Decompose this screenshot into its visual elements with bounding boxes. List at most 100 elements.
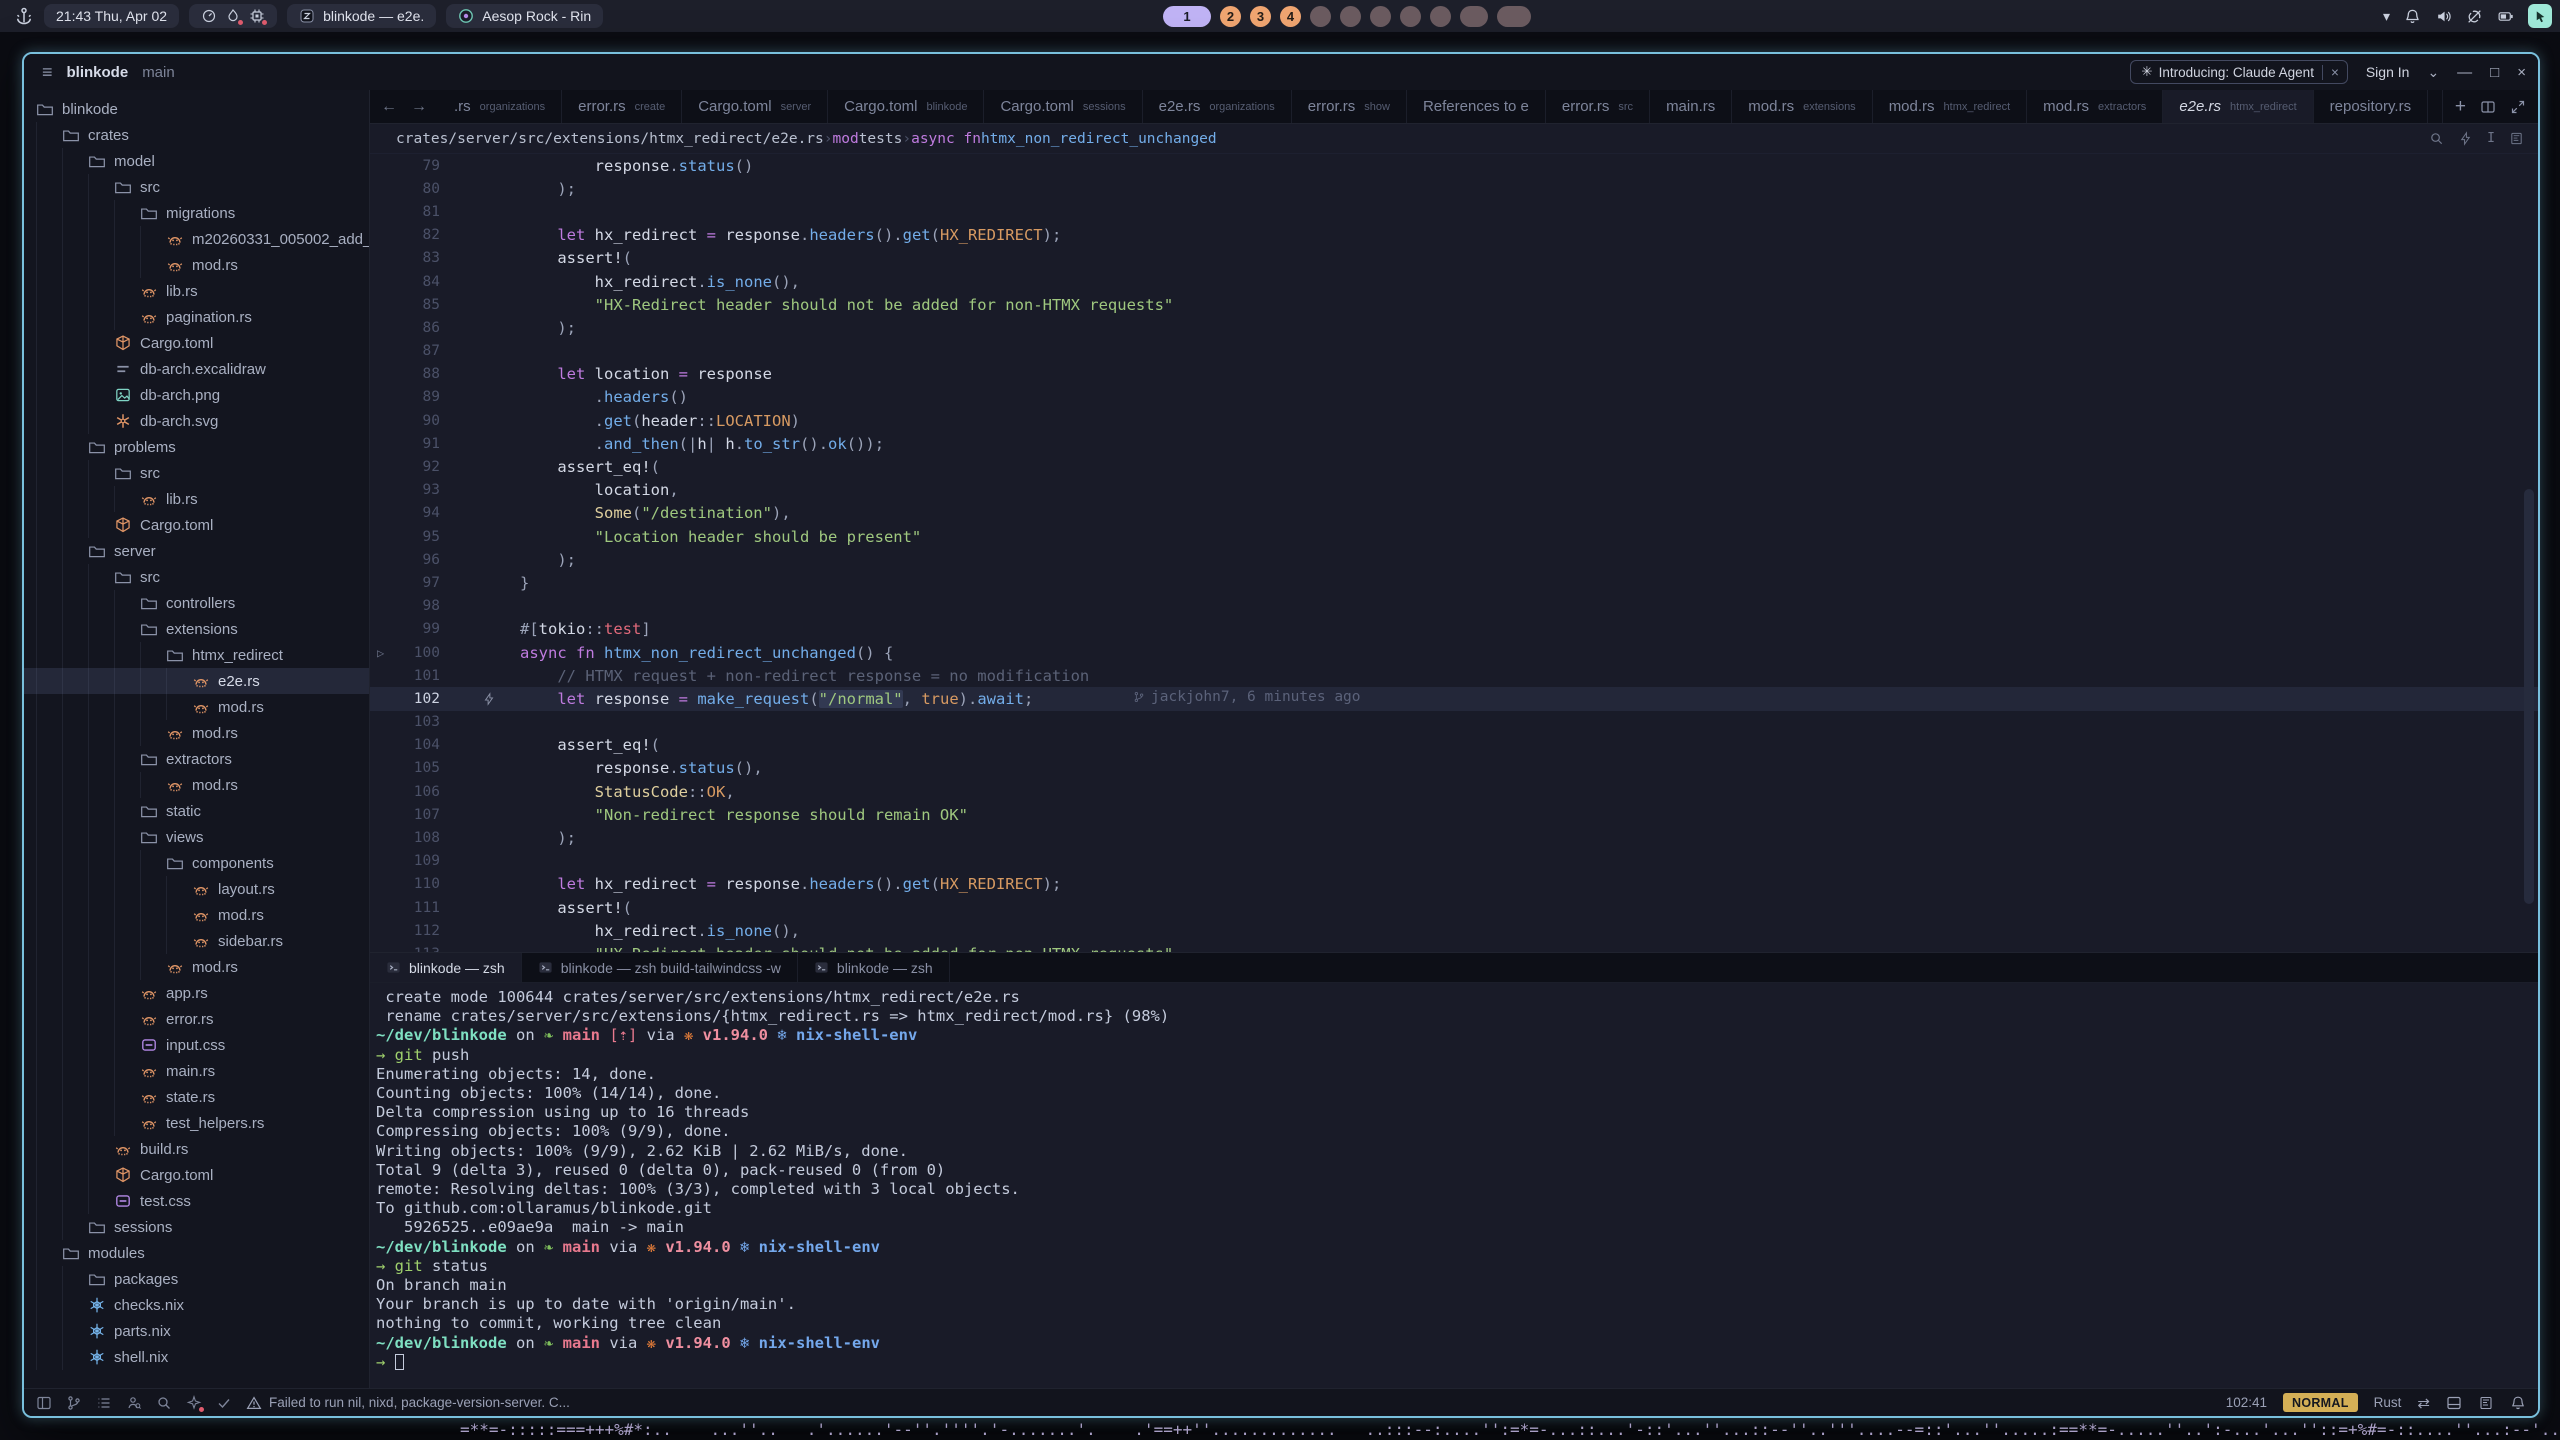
- terminal-output[interactable]: create mode 100644 crates/server/src/ext…: [370, 983, 2538, 1388]
- run-test-icon[interactable]: ▷: [370, 646, 396, 660]
- code-line[interactable]: 105 response.status(),: [370, 757, 2538, 780]
- code-line[interactable]: 97}: [370, 571, 2538, 594]
- code-line[interactable]: 113 "HX-Redirect header should not be ad…: [370, 942, 2538, 952]
- editor-tab[interactable]: mod.rshtmx_redirect: [1873, 90, 2027, 123]
- tree-item[interactable]: lib.rs: [24, 278, 369, 304]
- editor-tab[interactable]: mod.rsextensions: [1732, 90, 1872, 123]
- tree-item[interactable]: sessions: [24, 1214, 369, 1240]
- tree-item[interactable]: server: [24, 538, 369, 564]
- tree-item[interactable]: lib.rs: [24, 486, 369, 512]
- nav-forward-icon[interactable]: →: [406, 98, 432, 116]
- code-line[interactable]: 111 assert!(: [370, 896, 2538, 919]
- code-line[interactable]: 103: [370, 711, 2538, 734]
- sync-arrows-icon[interactable]: ⇄: [2417, 1394, 2430, 1412]
- tree-item[interactable]: blinkode: [24, 96, 369, 122]
- editor-tab[interactable]: References to e: [1407, 90, 1546, 123]
- sign-in-button[interactable]: Sign In: [2366, 64, 2410, 80]
- workspace-pill[interactable]: 4: [1280, 6, 1301, 27]
- battery-icon[interactable]: [2497, 8, 2514, 25]
- tree-item[interactable]: db-arch.excalidraw: [24, 356, 369, 382]
- tree-item[interactable]: model: [24, 148, 369, 174]
- tree-item[interactable]: views: [24, 824, 369, 850]
- panels-toggle-icon[interactable]: [2478, 1395, 2494, 1411]
- workspace-pill[interactable]: 3: [1250, 6, 1271, 27]
- workspace-pill-empty[interactable]: [1370, 6, 1391, 27]
- tree-item[interactable]: src: [24, 460, 369, 486]
- workspace-pill[interactable]: 2: [1220, 6, 1241, 27]
- tree-item[interactable]: error.rs: [24, 1006, 369, 1032]
- code-line[interactable]: 95 "Location header should be present": [370, 525, 2538, 548]
- workspace-pill-empty[interactable]: [1497, 6, 1531, 27]
- tree-item[interactable]: build.rs: [24, 1136, 369, 1162]
- code-line[interactable]: 91 .and_then(|h| h.to_str().ok());: [370, 432, 2538, 455]
- git-panel-icon[interactable]: [66, 1395, 82, 1411]
- workspace-pill-empty[interactable]: [1430, 6, 1451, 27]
- editor-tab[interactable]: error.rsshow: [1292, 90, 1407, 123]
- language-selector[interactable]: Rust: [2374, 1395, 2402, 1410]
- tree-item[interactable]: htmx_redirect: [24, 642, 369, 668]
- code-line[interactable]: 93 location,: [370, 479, 2538, 502]
- cursor-position[interactable]: 102:41: [2226, 1395, 2267, 1410]
- project-name[interactable]: blinkode: [67, 64, 129, 81]
- code-line[interactable]: 110 let hx_redirect = response.headers()…: [370, 873, 2538, 896]
- tree-item[interactable]: Cargo.toml: [24, 330, 369, 356]
- menu-icon[interactable]: ≡: [42, 62, 53, 83]
- code-line[interactable]: 112 hx_redirect.is_none(),: [370, 919, 2538, 942]
- assistant-sparkle-icon[interactable]: [186, 1395, 202, 1411]
- monitor-widgets[interactable]: [189, 4, 277, 28]
- minimize-button[interactable]: —: [2457, 64, 2472, 81]
- editor-tab[interactable]: error.rscreate: [562, 90, 682, 123]
- tree-item[interactable]: migrations: [24, 200, 369, 226]
- tree-item[interactable]: static: [24, 798, 369, 824]
- code-line[interactable]: 102 let response = make_request("/normal…: [370, 687, 2538, 710]
- active-window-widget[interactable]: blinkode — e2e.: [287, 4, 436, 28]
- notifications-bell-icon[interactable]: [2404, 8, 2421, 25]
- nav-back-icon[interactable]: ←: [376, 98, 402, 116]
- editor-tab[interactable]: e2e.rsorganizations: [1143, 90, 1292, 123]
- tree-item[interactable]: state.rs: [24, 1084, 369, 1110]
- promo-banner[interactable]: ✳ Introducing: Claude Agent ×: [2130, 60, 2348, 84]
- code-line[interactable]: 83 assert!(: [370, 247, 2538, 270]
- tree-item[interactable]: Cargo.toml: [24, 1162, 369, 1188]
- editor-scrollbar[interactable]: [2524, 489, 2534, 904]
- editor-tab[interactable]: Cargo.tomlblinkode: [828, 90, 984, 123]
- code-line[interactable]: 96 );: [370, 548, 2538, 571]
- maximize-button[interactable]: □: [2490, 64, 2499, 81]
- tree-item[interactable]: checks.nix: [24, 1292, 369, 1318]
- tree-item[interactable]: mod.rs: [24, 772, 369, 798]
- code-line[interactable]: 107 "Non-redirect response should remain…: [370, 803, 2538, 826]
- code-line[interactable]: 90 .get(header::LOCATION): [370, 409, 2538, 432]
- lsp-warning[interactable]: Failed to run nil, nixd, package-version…: [246, 1395, 570, 1411]
- tree-item[interactable]: parts.nix: [24, 1318, 369, 1344]
- code-line[interactable]: 106 StatusCode::OK,: [370, 780, 2538, 803]
- tree-item[interactable]: app.rs: [24, 980, 369, 1006]
- editor-tab[interactable]: Cargo.tomlserver: [682, 90, 828, 123]
- minimap-toggle-icon[interactable]: [2509, 131, 2524, 146]
- tree-item[interactable]: problems: [24, 434, 369, 460]
- new-tab-icon[interactable]: +: [2455, 97, 2466, 116]
- pointer-mode-toggle[interactable]: [2528, 4, 2552, 28]
- music-widget[interactable]: Aesop Rock - Rin: [446, 4, 603, 28]
- terminal-tab[interactable]: blinkode — zsh build-tailwindcss -w: [522, 953, 798, 982]
- editor-tab[interactable]: main.rs: [1650, 90, 1732, 123]
- volume-icon[interactable]: [2435, 8, 2452, 25]
- terminal-tab[interactable]: blinkode — zsh: [370, 953, 522, 982]
- tree-item[interactable]: db-arch.svg: [24, 408, 369, 434]
- mic-muted-icon[interactable]: [2466, 8, 2483, 25]
- terminal-tab[interactable]: blinkode — zsh: [798, 953, 950, 982]
- code-line[interactable]: 98: [370, 595, 2538, 618]
- code-line[interactable]: 86 );: [370, 316, 2538, 339]
- code-line[interactable]: 81: [370, 200, 2538, 223]
- workspace-pill-empty[interactable]: [1460, 6, 1488, 27]
- tree-item[interactable]: test.css: [24, 1188, 369, 1214]
- collab-panel-icon[interactable]: [126, 1395, 142, 1411]
- code-line[interactable]: 92 assert_eq!(: [370, 455, 2538, 478]
- clock-widget[interactable]: 21:43 Thu, Apr 02: [44, 4, 179, 28]
- code-line[interactable]: 101 // HTMX request + non-redirect respo…: [370, 664, 2538, 687]
- tree-item[interactable]: modules: [24, 1240, 369, 1266]
- buffer-search-icon[interactable]: [2429, 131, 2444, 146]
- project-panel[interactable]: blinkodecratesmodelsrcmigrationsm2026033…: [24, 90, 370, 1388]
- code-actions-icon[interactable]: [2458, 131, 2473, 146]
- breadcrumb[interactable]: crates/server/src/extensions/htmx_redire…: [370, 124, 2538, 154]
- tree-item[interactable]: extractors: [24, 746, 369, 772]
